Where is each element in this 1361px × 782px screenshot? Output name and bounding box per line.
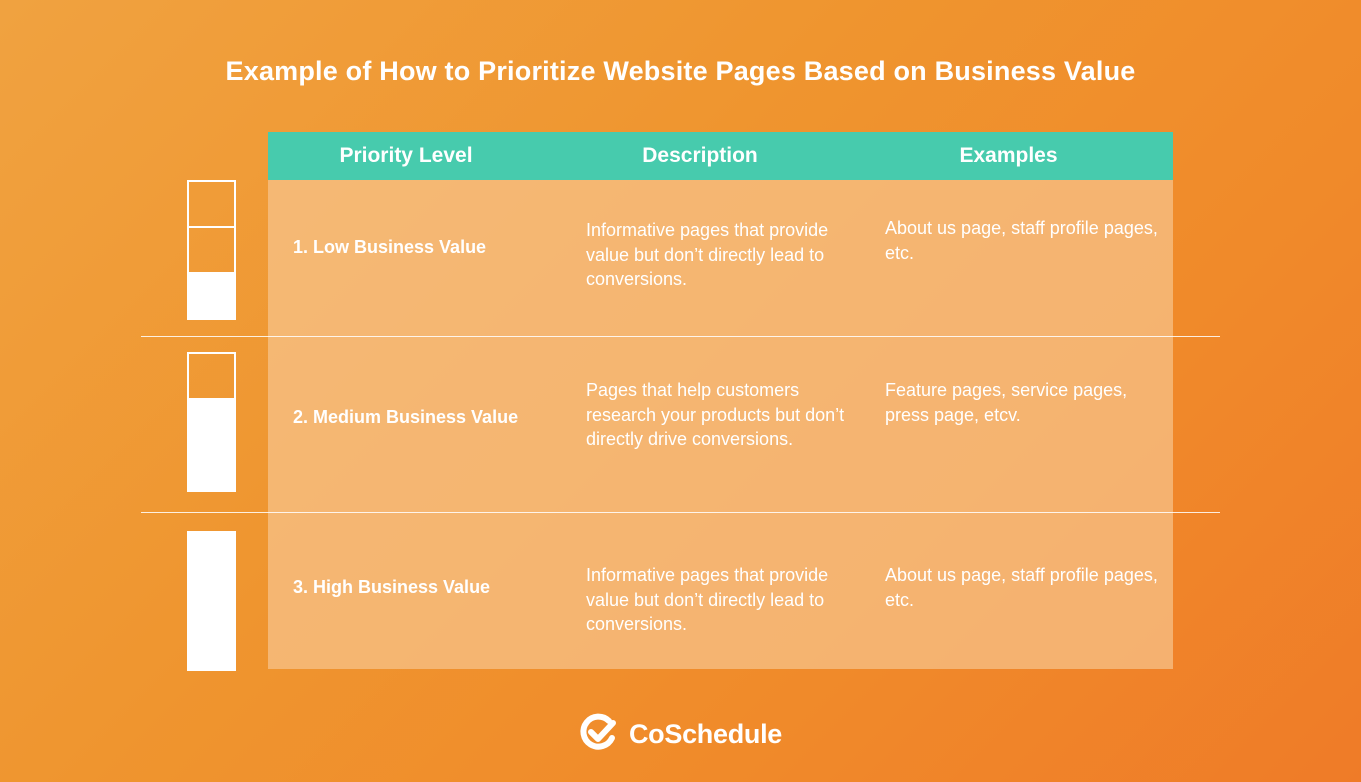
description-medium: Pages that help customers research your …	[586, 380, 845, 449]
priority-level-low: 1. Low Business Value	[293, 237, 487, 257]
description-low: Informative pages that provide value but…	[586, 220, 829, 289]
description-high: Informative pages that provide value but…	[586, 565, 829, 634]
coschedule-check-logo-icon	[579, 712, 619, 757]
brand-name: CoSchedule	[628, 719, 783, 749]
examples-high: About us page, staff profile pages, etc.	[885, 565, 1158, 610]
infographic-title: Example of How to Prioritize Website Pag…	[225, 56, 1136, 86]
priority-meter-medium	[187, 352, 236, 492]
examples-medium: Feature pages, service pages, press page…	[885, 380, 1128, 425]
header-priority-level: Priority Level	[339, 144, 473, 167]
meter-cell-empty	[187, 180, 236, 228]
row-divider	[141, 512, 1220, 513]
meter-cell-filled	[187, 577, 236, 625]
row-divider	[141, 336, 1220, 337]
priority-meter-low	[187, 180, 236, 320]
meter-cell-filled	[187, 531, 236, 579]
meter-cell-filled	[187, 444, 236, 492]
examples-low: About us page, staff profile pages, etc.	[885, 218, 1158, 263]
brand-logo: CoSchedule	[0, 712, 1361, 757]
table-header: Priority Level Description Examples	[268, 132, 1173, 180]
priority-level-high: 3. High Business Value	[293, 577, 491, 597]
meter-cell-filled	[187, 398, 236, 446]
meter-cell-empty	[187, 226, 236, 274]
priority-level-medium: 2. Medium Business Value	[293, 407, 519, 427]
priority-meter-high	[187, 531, 236, 671]
meter-cell-empty	[187, 352, 236, 400]
header-examples: Examples	[959, 144, 1058, 167]
meter-cell-filled	[187, 272, 236, 320]
meter-cell-filled	[187, 623, 236, 671]
header-description: Description	[642, 144, 758, 167]
